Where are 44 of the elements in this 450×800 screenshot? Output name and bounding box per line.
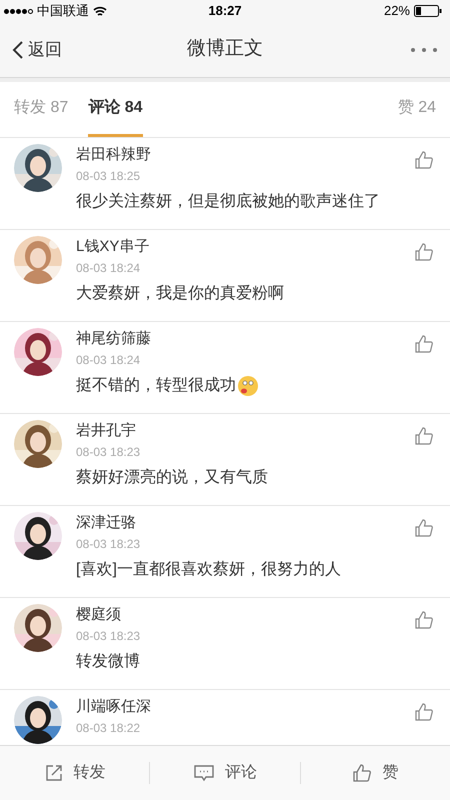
comment-time: 08-03 18:25 xyxy=(76,168,142,185)
speech-bubble-icon xyxy=(192,763,215,783)
comment-time: 08-03 18:22 xyxy=(76,720,142,737)
back-icon xyxy=(12,40,24,60)
comment-time: 08-03 18:23 xyxy=(76,628,142,645)
page-title: 微博正文 xyxy=(186,37,264,62)
back-button[interactable]: 返回 xyxy=(12,36,112,62)
toolbar-button[interactable]: 评论 xyxy=(150,761,300,785)
like-button[interactable] xyxy=(414,610,434,630)
comment-text: [喜欢]一直都很喜欢蔡妍，很努力的人 xyxy=(76,560,341,580)
like-button[interactable] xyxy=(414,150,434,170)
comment-time: 08-03 18:23 xyxy=(76,444,142,461)
user-name[interactable]: 川端啄任深 xyxy=(76,696,400,718)
wifi-icon xyxy=(93,6,107,16)
comment-text: 大爱蔡妍，我是你的真爱粉啊 xyxy=(76,284,284,304)
signal-icon xyxy=(4,8,33,14)
comment-text: 挺不错的，转型很成功 xyxy=(76,376,236,396)
like-button[interactable] xyxy=(414,242,434,262)
user-name[interactable]: L钱XY串子 xyxy=(76,236,400,258)
share-icon xyxy=(44,763,64,783)
carrier-name: 中国联通 xyxy=(37,2,89,20)
comment-time: 08-03 18:24 xyxy=(76,352,142,369)
user-name[interactable]: 神尾纺筛藤 xyxy=(76,328,400,350)
toolbar-button[interactable]: 转发 xyxy=(0,761,150,785)
status-time: 18:27 xyxy=(207,2,243,20)
like-button[interactable] xyxy=(414,334,434,354)
more-icon xyxy=(410,46,438,52)
comment-text: 很少关注蔡妍，但是彻底被她的歌声迷住了 xyxy=(76,192,380,212)
battery-percent: 22% xyxy=(384,2,410,20)
comment-text: 转发微博 xyxy=(76,652,140,672)
comment-text: 蔡妍好漂亮的说，又有气质 xyxy=(76,468,268,488)
comment-time: 08-03 18:23 xyxy=(76,536,142,553)
user-name[interactable]: 岩田科辣野 xyxy=(76,144,400,166)
user-name[interactable]: 樱庭须 xyxy=(76,604,400,626)
like-button[interactable] xyxy=(414,518,434,538)
battery-icon xyxy=(414,5,442,17)
like-button[interactable] xyxy=(414,702,434,722)
thumbs-up-icon xyxy=(352,763,372,783)
comment-time: 08-03 18:24 xyxy=(76,260,142,277)
user-name[interactable]: 岩井孔宇 xyxy=(76,420,400,442)
user-name[interactable]: 深津迁骆 xyxy=(76,512,400,534)
toolbar-button[interactable]: 赞 xyxy=(300,761,450,785)
tab[interactable]: 评论 84 xyxy=(88,82,142,137)
like-button[interactable] xyxy=(414,426,434,446)
